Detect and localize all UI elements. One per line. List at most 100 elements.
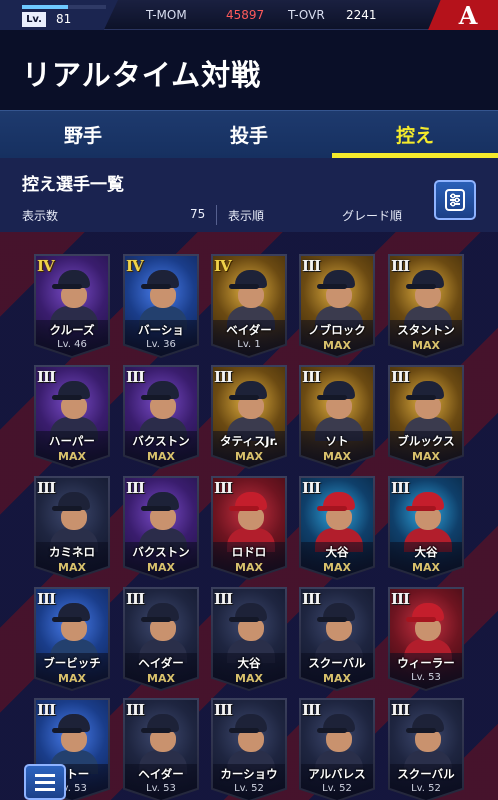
grade-badge: III xyxy=(126,479,145,497)
player-card[interactable]: アルバレス Lv. 52 III xyxy=(299,698,375,800)
player-face xyxy=(238,619,264,641)
player-portrait xyxy=(50,712,98,774)
player-card[interactable]: スタントン MAX III xyxy=(388,254,464,358)
player-card[interactable]: タティスJr. MAX III xyxy=(211,365,287,469)
menu-button[interactable] xyxy=(24,764,66,800)
player-card[interactable]: 大谷 MAX III xyxy=(388,476,464,580)
player-card[interactable]: スクーバル Lv. 52 III xyxy=(388,698,464,800)
grade-badge: III xyxy=(302,701,321,719)
player-level: MAX xyxy=(235,450,263,463)
player-card[interactable]: バクストン MAX III xyxy=(123,365,199,469)
player-portrait xyxy=(404,601,452,663)
player-portrait xyxy=(139,712,187,774)
player-card[interactable]: ソト MAX III xyxy=(299,365,375,469)
player-portrait xyxy=(227,268,275,330)
player-cap-brim xyxy=(141,728,171,733)
player-card[interactable]: スクーバル MAX III xyxy=(299,587,375,691)
player-face xyxy=(150,619,176,641)
player-face xyxy=(61,286,87,308)
player-level: Lv. 52 xyxy=(322,783,352,794)
tab-pitchers[interactable]: 投手 xyxy=(166,111,332,158)
grade-badge: IV xyxy=(37,257,55,275)
player-level: MAX xyxy=(412,450,440,463)
player-portrait xyxy=(139,379,187,441)
player-card[interactable]: ハーパー MAX III xyxy=(34,365,110,469)
player-face xyxy=(150,508,176,530)
grade-badge: III xyxy=(391,479,410,497)
player-card[interactable]: 大谷 MAX III xyxy=(211,587,287,691)
player-cap-brim xyxy=(406,617,436,622)
player-cap-brim xyxy=(52,728,82,733)
player-face xyxy=(61,397,87,419)
filter-button[interactable] xyxy=(434,180,476,220)
player-level: Lv. 53 xyxy=(146,783,176,794)
player-card[interactable]: 大谷 MAX III xyxy=(299,476,375,580)
player-face xyxy=(326,730,352,752)
player-face xyxy=(61,508,87,530)
player-portrait xyxy=(315,379,363,441)
grade-badge: III xyxy=(302,257,321,275)
player-portrait xyxy=(404,490,452,552)
player-card-grid: クルーズ Lv. 46 IV バーショ Lv. 36 IV ベイダー Lv. 1… xyxy=(0,232,498,800)
tab-fielders[interactable]: 野手 xyxy=(0,111,166,158)
t-mom-value: 45897 xyxy=(226,8,265,22)
player-card[interactable]: ヘイダー Lv. 53 III xyxy=(123,698,199,800)
player-portrait xyxy=(315,268,363,330)
grade-badge: III xyxy=(214,479,233,497)
player-cap-brim xyxy=(406,395,436,400)
player-portrait xyxy=(50,601,98,663)
player-level: MAX xyxy=(235,561,263,574)
player-card[interactable]: バーショ Lv. 36 IV xyxy=(123,254,199,358)
player-cap-brim xyxy=(406,506,436,511)
t-ovr-label: T-OVR xyxy=(288,8,325,22)
player-level: MAX xyxy=(58,561,86,574)
player-card[interactable]: バクストン MAX III xyxy=(123,476,199,580)
player-card[interactable]: クルーズ Lv. 46 IV xyxy=(34,254,110,358)
player-card[interactable]: ヘイダー MAX III xyxy=(123,587,199,691)
divider xyxy=(216,205,217,225)
player-face xyxy=(415,730,441,752)
player-card[interactable]: ノブロック MAX III xyxy=(299,254,375,358)
player-card[interactable]: ウィーラー Lv. 53 III xyxy=(388,587,464,691)
player-card[interactable]: カミネロ MAX III xyxy=(34,476,110,580)
level-badge: Lv. 81 xyxy=(0,0,118,30)
player-card[interactable]: ブルックス MAX III xyxy=(388,365,464,469)
player-portrait xyxy=(227,379,275,441)
player-face xyxy=(415,619,441,641)
player-level: MAX xyxy=(147,672,175,685)
player-face xyxy=(415,286,441,308)
player-level: Lv. 53 xyxy=(411,672,441,683)
player-face xyxy=(150,730,176,752)
tab-reserves[interactable]: 控え xyxy=(332,111,498,158)
player-name: クルーズ xyxy=(49,323,95,337)
player-level: MAX xyxy=(235,672,263,685)
player-face xyxy=(238,286,264,308)
grade-badge: III xyxy=(391,701,410,719)
team-logo[interactable]: A xyxy=(428,0,498,30)
player-card[interactable]: ロドロ MAX III xyxy=(211,476,287,580)
player-name: スクーバル xyxy=(308,656,366,670)
player-name: ベイダー xyxy=(226,323,272,337)
player-cap-brim xyxy=(317,284,347,289)
player-cap-brim xyxy=(229,395,259,400)
player-portrait xyxy=(315,712,363,774)
player-name: ヘイダー xyxy=(138,656,184,670)
player-card[interactable]: カーショウ Lv. 52 III xyxy=(211,698,287,800)
count-value: 75 xyxy=(190,207,206,221)
player-name: 大谷 xyxy=(237,656,261,670)
grade-badge: III xyxy=(37,368,56,386)
player-cap-brim xyxy=(229,506,259,511)
player-card[interactable]: ベイダー Lv. 1 IV xyxy=(211,254,287,358)
page-header: リアルタイム対戦 xyxy=(0,30,498,110)
grade-badge: III xyxy=(302,590,321,608)
grade-badge: III xyxy=(214,368,233,386)
sort-value[interactable]: グレード順 xyxy=(342,207,402,224)
grade-badge: III xyxy=(302,479,321,497)
player-card[interactable]: ブービッチ MAX III xyxy=(34,587,110,691)
grade-badge: III xyxy=(214,590,233,608)
player-cap-brim xyxy=(229,284,259,289)
player-face xyxy=(326,286,352,308)
player-portrait xyxy=(227,490,275,552)
grade-badge: IV xyxy=(214,257,232,275)
player-level: MAX xyxy=(323,339,351,352)
